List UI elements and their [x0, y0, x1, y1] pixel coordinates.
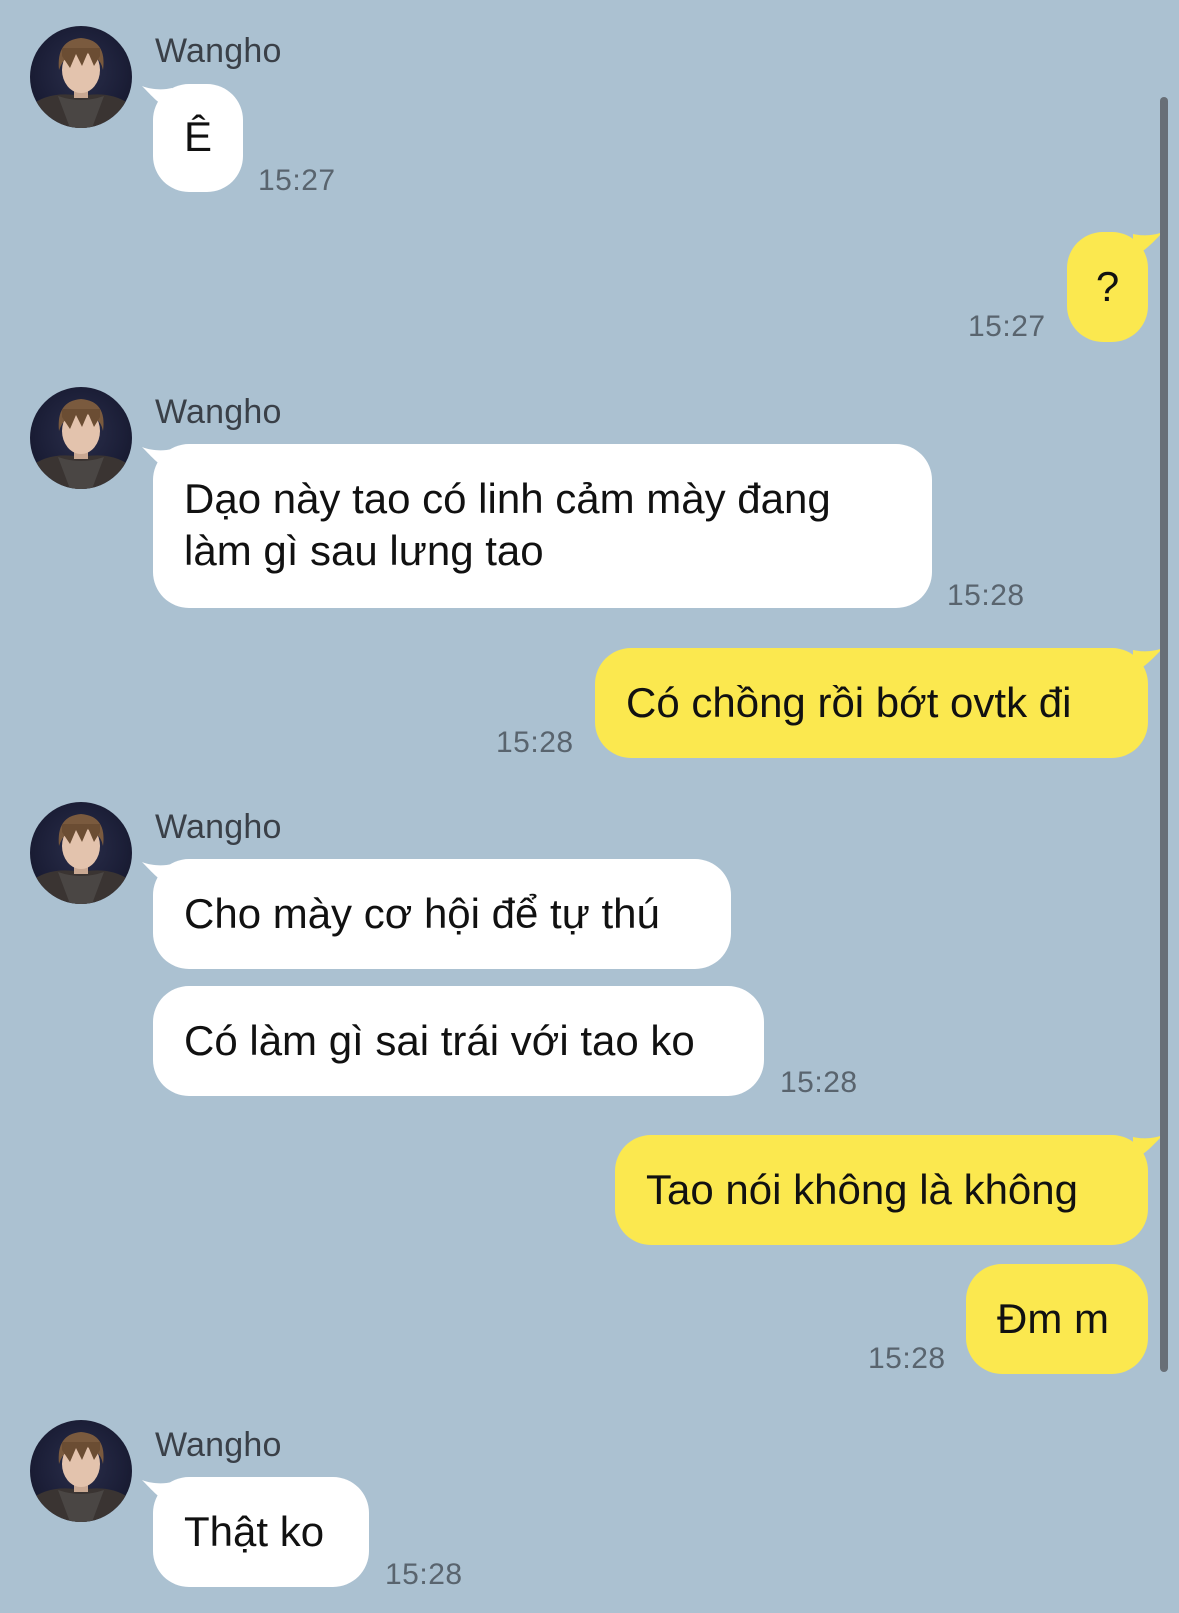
message-bubble-incoming[interactable]: Có làm gì sai trái với tao ko: [153, 986, 764, 1096]
sender-avatar[interactable]: [30, 26, 132, 128]
sender-name: Wangho: [155, 32, 282, 70]
message-timestamp: 15:28: [780, 1066, 858, 1099]
message-bubble-incoming[interactable]: Cho mày cơ hội để tự thú: [153, 859, 731, 969]
message-timestamp: 15:27: [968, 310, 1046, 343]
sender-avatar[interactable]: [30, 387, 132, 489]
message-bubble-incoming[interactable]: Dạo này tao có linh cảm mày đang làm gì …: [153, 444, 932, 608]
sender-name: Wangho: [155, 393, 282, 431]
message-bubble-outgoing[interactable]: ?: [1067, 232, 1148, 342]
sender-avatar[interactable]: [30, 802, 132, 904]
message-timestamp: 15:28: [947, 579, 1025, 612]
message-timestamp: 15:28: [868, 1342, 946, 1375]
sender-name: Wangho: [155, 1426, 282, 1464]
chat-scrollbar[interactable]: [1160, 97, 1168, 1372]
message-bubble-outgoing[interactable]: Có chồng rồi bớt ovtk đi: [595, 648, 1148, 758]
message-timestamp: 15:28: [385, 1558, 463, 1591]
message-bubble-incoming[interactable]: Thật ko: [153, 1477, 369, 1587]
message-bubble-outgoing[interactable]: Đm m: [966, 1264, 1148, 1374]
message-bubble-incoming[interactable]: Ê: [153, 84, 243, 192]
sender-avatar[interactable]: [30, 1420, 132, 1522]
message-timestamp: 15:27: [258, 164, 336, 197]
sender-name: Wangho: [155, 808, 282, 846]
message-bubble-outgoing[interactable]: Tao nói không là không: [615, 1135, 1148, 1245]
message-timestamp: 15:28: [496, 726, 574, 759]
